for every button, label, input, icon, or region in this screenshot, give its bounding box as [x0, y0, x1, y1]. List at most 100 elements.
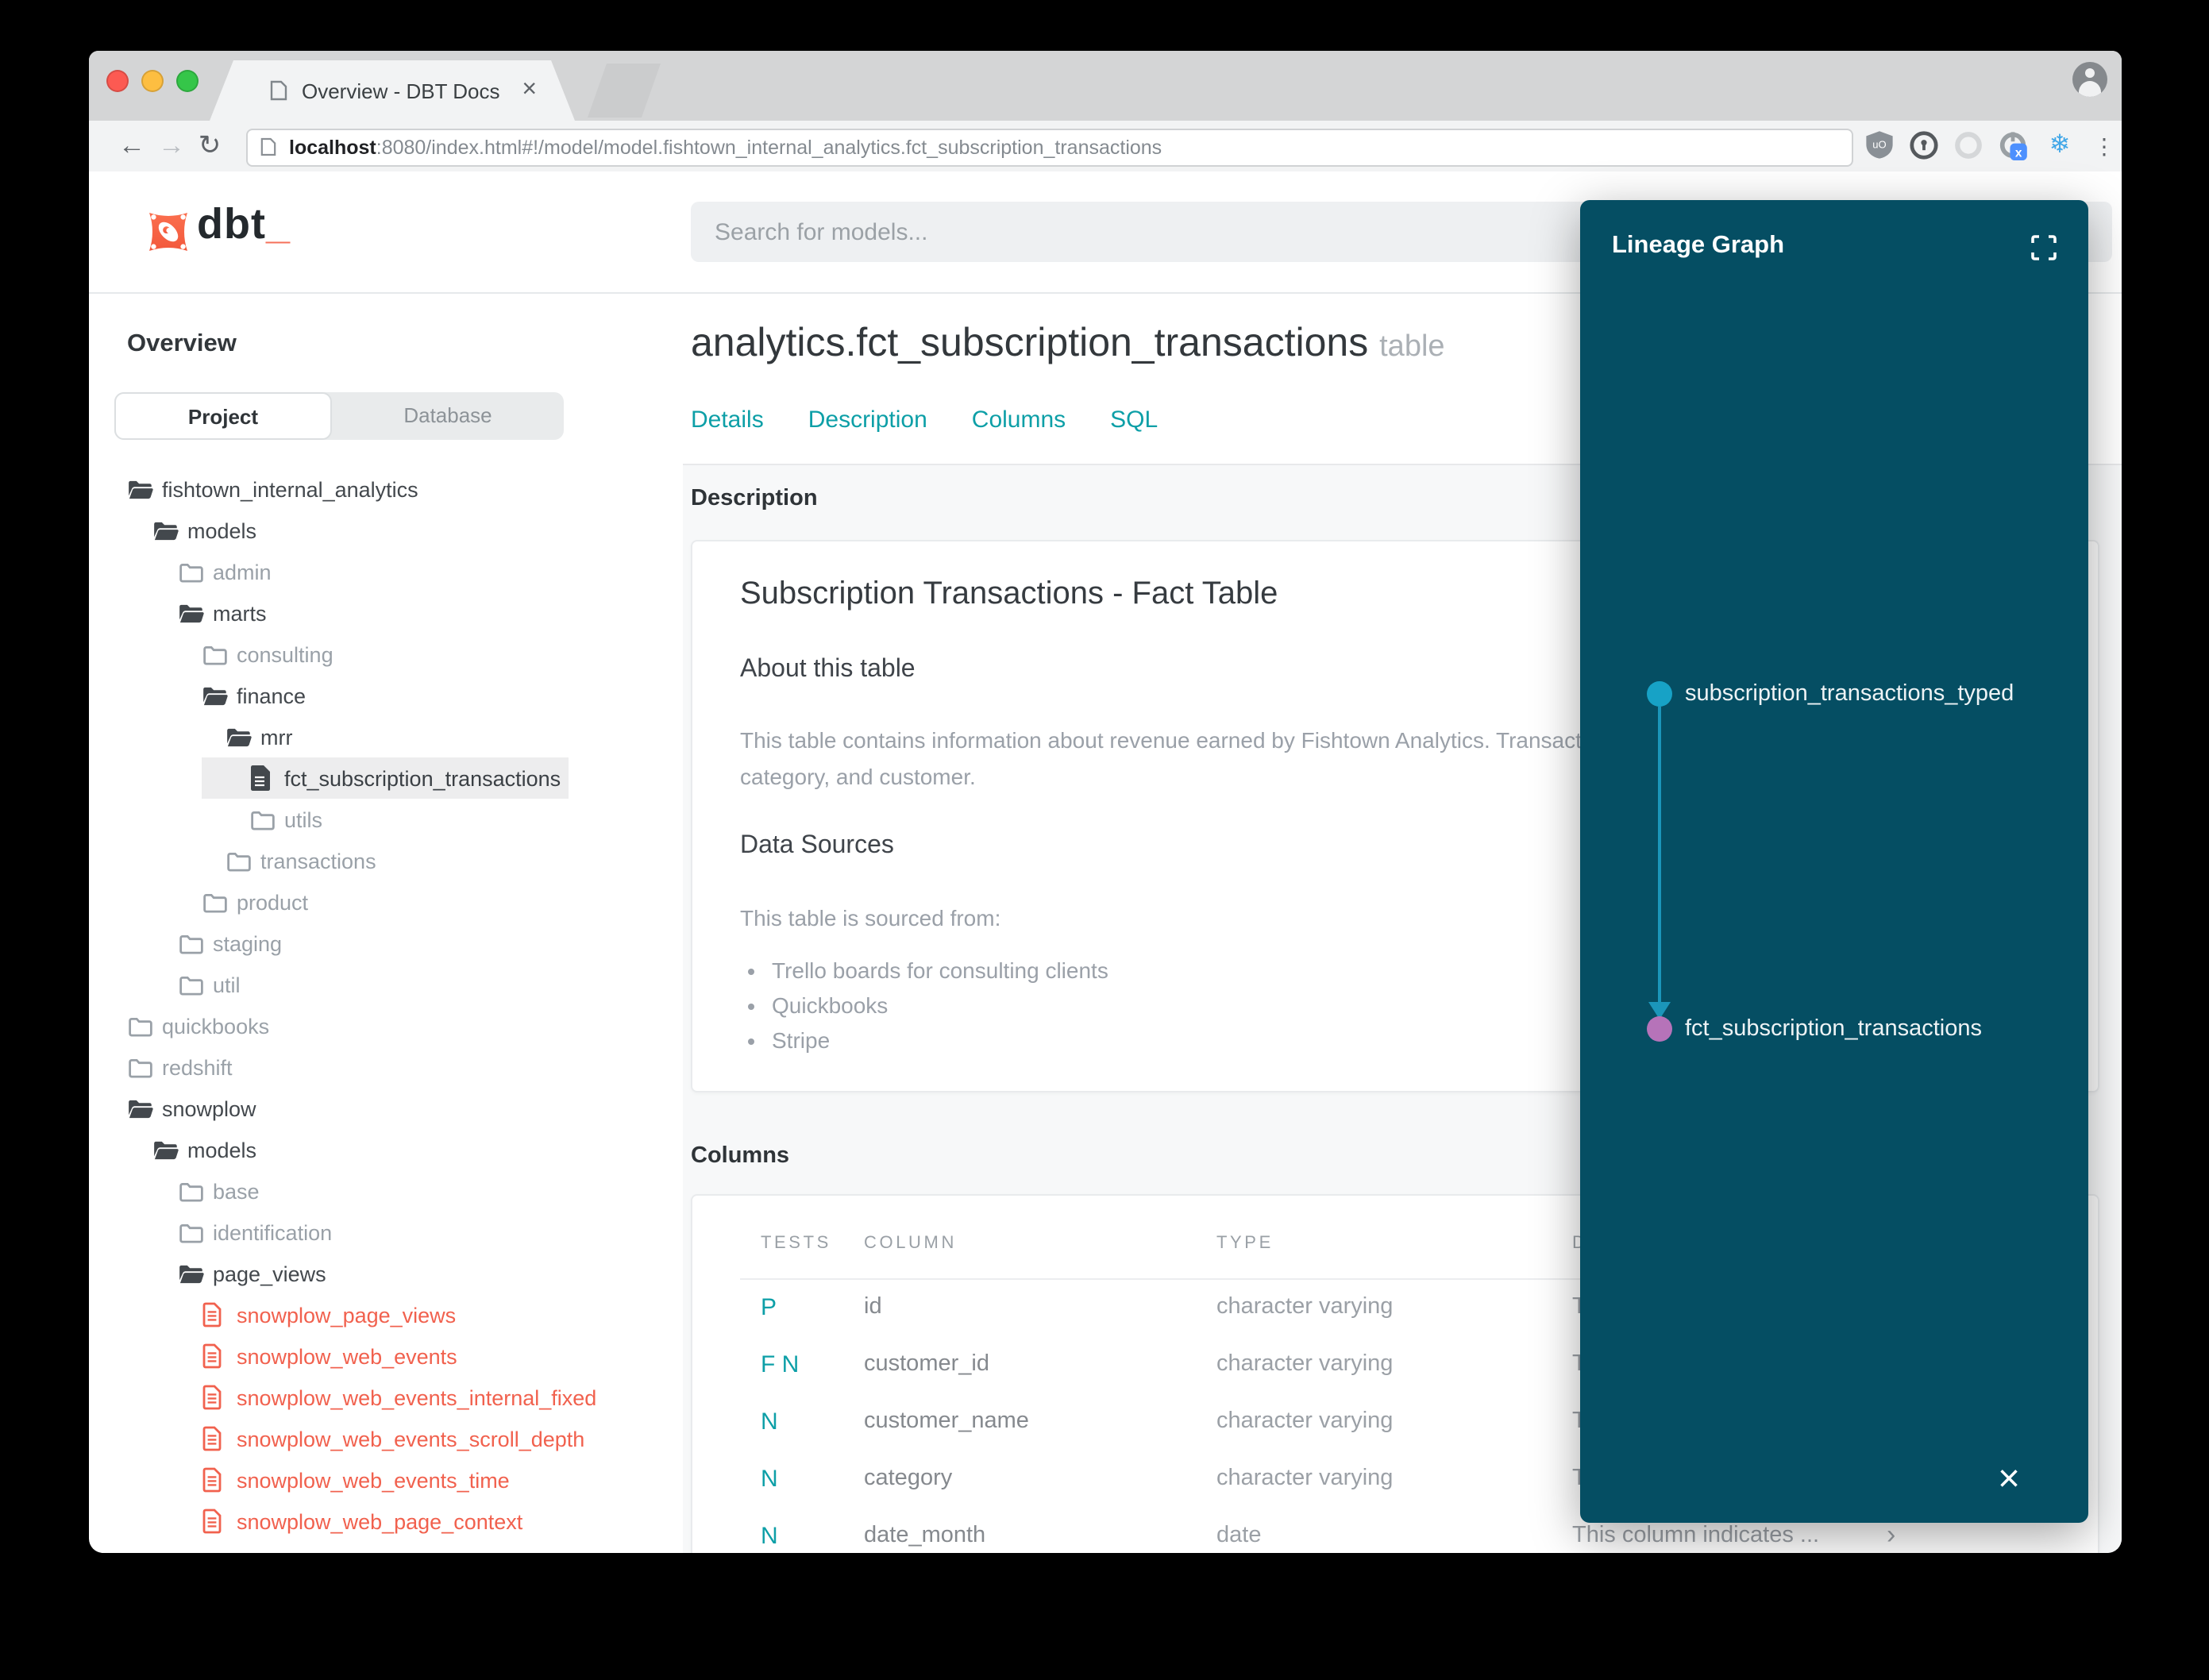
folder-closed-icon [202, 644, 237, 665]
tab-database[interactable]: Database [332, 392, 564, 440]
folder-closed-icon [127, 1057, 162, 1077]
new-tab-button[interactable] [588, 64, 661, 118]
sidebar-tree-item-snowplow_web_events[interactable]: snowplow_web_events [89, 1335, 683, 1377]
description-cell: This column indicates ... [1572, 1523, 1820, 1548]
tab-details[interactable]: Details [691, 407, 764, 433]
sidebar-tree-item-finance[interactable]: finance [89, 675, 683, 716]
sidebar-tree-item-page_views[interactable]: page_views [89, 1253, 683, 1294]
tests-cell: N [761, 1465, 778, 1492]
tree-item-label: page_views [213, 1262, 326, 1285]
dbt-logo-text: dbt_ [197, 200, 291, 248]
browser-tab[interactable]: Overview - DBT Docs × [210, 60, 575, 121]
page-title: analytics.fct_subscription_transactions … [691, 321, 1445, 365]
sidebar-tree-item-transactions[interactable]: transactions [89, 840, 683, 881]
sidebar-tree-item-identification[interactable]: identification [89, 1212, 683, 1253]
window-zoom-button[interactable] [175, 70, 198, 92]
tree-item-label: quickbooks [162, 1014, 270, 1038]
type-cell: character varying [1216, 1466, 1394, 1491]
about-paragraph-line-2: category, and customer. [740, 764, 976, 789]
sidebar-tree-item-redshift[interactable]: redshift [89, 1046, 683, 1088]
svg-text:x: x [2015, 146, 2022, 160]
sidebar-tree-item-snowplow_web_page_context[interactable]: snowplow_web_page_context [89, 1501, 683, 1542]
sidebar-tree-item-fct_subscription_transactions[interactable]: fct_subscription_transactions [89, 757, 683, 799]
forward-icon[interactable]: → [152, 125, 191, 167]
sidebar-tree-item-admin[interactable]: admin [89, 551, 683, 592]
tab-close-icon[interactable]: × [522, 76, 537, 105]
url-bar[interactable]: localhost:8080/index.html#!/model/model.… [246, 129, 1853, 167]
folder-closed-icon [127, 1015, 162, 1036]
tab-sql[interactable]: SQL [1110, 407, 1158, 433]
window-close-button[interactable] [106, 70, 128, 92]
tree-item-label: snowplow_web_events_scroll_depth [237, 1427, 585, 1451]
lineage-node-dot-upstream[interactable] [1647, 681, 1672, 707]
document-icon [202, 1426, 237, 1451]
browser-menu-icon[interactable]: ⋮ [2093, 129, 2115, 164]
tree-item-label: identification [213, 1220, 333, 1244]
folder-closed-icon [178, 561, 213, 582]
lineage-close-icon[interactable]: × [1998, 1458, 2020, 1502]
sidebar-tree-item-models[interactable]: models [89, 510, 683, 551]
sidebar-tree-item-utils[interactable]: utils [89, 799, 683, 840]
back-icon[interactable]: ← [113, 125, 151, 167]
fullscreen-expand-icon[interactable] [2031, 235, 2057, 260]
sidebar-tree-item-snowplow_web_events_time[interactable]: snowplow_web_events_time [89, 1459, 683, 1501]
tab-columns[interactable]: Columns [972, 407, 1066, 433]
lineage-node-label-current[interactable]: fct_subscription_transactions [1685, 1016, 1982, 1042]
tree-item-label: redshift [162, 1055, 233, 1079]
pocket-icon[interactable] [1953, 130, 1985, 162]
reload-icon[interactable]: ↻ [191, 125, 229, 167]
sidebar-tree-item-consulting[interactable]: consulting [89, 634, 683, 675]
column-name-cell: customer_id [864, 1351, 989, 1377]
tree-item-label: staging [213, 931, 283, 955]
tree-item-label: admin [213, 560, 272, 584]
column-header-column: COLUMN [864, 1234, 957, 1253]
folder-closed-icon [202, 892, 237, 912]
url-document-icon [260, 137, 276, 165]
sidebar-tree-item-models[interactable]: models [89, 1129, 683, 1170]
tree-item-label: mrr [260, 725, 293, 749]
folder-open-icon [152, 520, 187, 541]
lineage-node-label-upstream[interactable]: subscription_transactions_typed [1685, 681, 2014, 707]
lineage-panel-title: Lineage Graph [1612, 232, 1785, 259]
onepassword-icon[interactable] [1909, 130, 1941, 162]
browser-profile-avatar[interactable] [2072, 62, 2107, 97]
tree-item-label: base [213, 1179, 260, 1203]
sidebar-tree-item-staging[interactable]: staging [89, 923, 683, 964]
sidebar-tree-item-snowplow[interactable]: snowplow [89, 1088, 683, 1129]
sidebar-tree-item-util[interactable]: util [89, 964, 683, 1005]
data-source-item: Stripe [772, 1027, 1108, 1062]
lineage-edge [1658, 707, 1661, 1008]
tree-item-label: snowplow_web_page_context [237, 1509, 523, 1533]
data-source-item: Quickbooks [772, 992, 1108, 1027]
sidebar-tree-item-marts[interactable]: marts [89, 592, 683, 634]
doc-title: Subscription Transactions - Fact Table [740, 576, 1278, 611]
folder-closed-icon [178, 974, 213, 995]
sidebar-tree-item-snowplow_web_events_internal_fixed[interactable]: snowplow_web_events_internal_fixed [89, 1377, 683, 1418]
ublock-shield-icon[interactable]: uO [1864, 130, 1896, 162]
lineage-node-dot-current[interactable] [1647, 1016, 1672, 1042]
sidebar-tree-item-snowplow_page_views[interactable]: snowplow_page_views [89, 1294, 683, 1335]
sidebar-tree-item-snowplow_web_events_scroll_depth[interactable]: snowplow_web_events_scroll_depth [89, 1418, 683, 1459]
sidebar-tree-item-product[interactable]: product [89, 881, 683, 923]
power-extension-icon[interactable]: x [1998, 130, 2030, 162]
sidebar-tree-item-fishtown_internal_analytics[interactable]: fishtown_internal_analytics [89, 468, 683, 510]
sources-intro: This table is sourced from: [740, 905, 1001, 931]
tree-item-label: models [187, 1138, 257, 1162]
data-sources-list: Trello boards for consulting clientsQuic… [772, 958, 1108, 1062]
tests-cell: N [761, 1408, 778, 1435]
column-name-cell: customer_name [864, 1408, 1029, 1434]
tree-item-label: snowplow_page_views [237, 1303, 457, 1327]
document-icon [202, 1302, 237, 1327]
sidebar-view-toggle: Project Database [114, 392, 564, 440]
tab-project[interactable]: Project [114, 392, 332, 440]
row-expand-chevron-icon[interactable]: › [1887, 1520, 1895, 1551]
tab-description[interactable]: Description [808, 407, 927, 433]
tests-cell: N [761, 1522, 778, 1549]
snowflake-icon[interactable]: ❄ [2044, 130, 2076, 162]
sidebar-tree-item-quickbooks[interactable]: quickbooks [89, 1005, 683, 1046]
sidebar-tree-item-base[interactable]: base [89, 1170, 683, 1212]
tree-item-label: transactions [260, 849, 376, 873]
sidebar-tree-item-mrr[interactable]: mrr [89, 716, 683, 757]
window-minimize-button[interactable] [141, 70, 164, 92]
folder-open-icon [127, 1098, 162, 1119]
